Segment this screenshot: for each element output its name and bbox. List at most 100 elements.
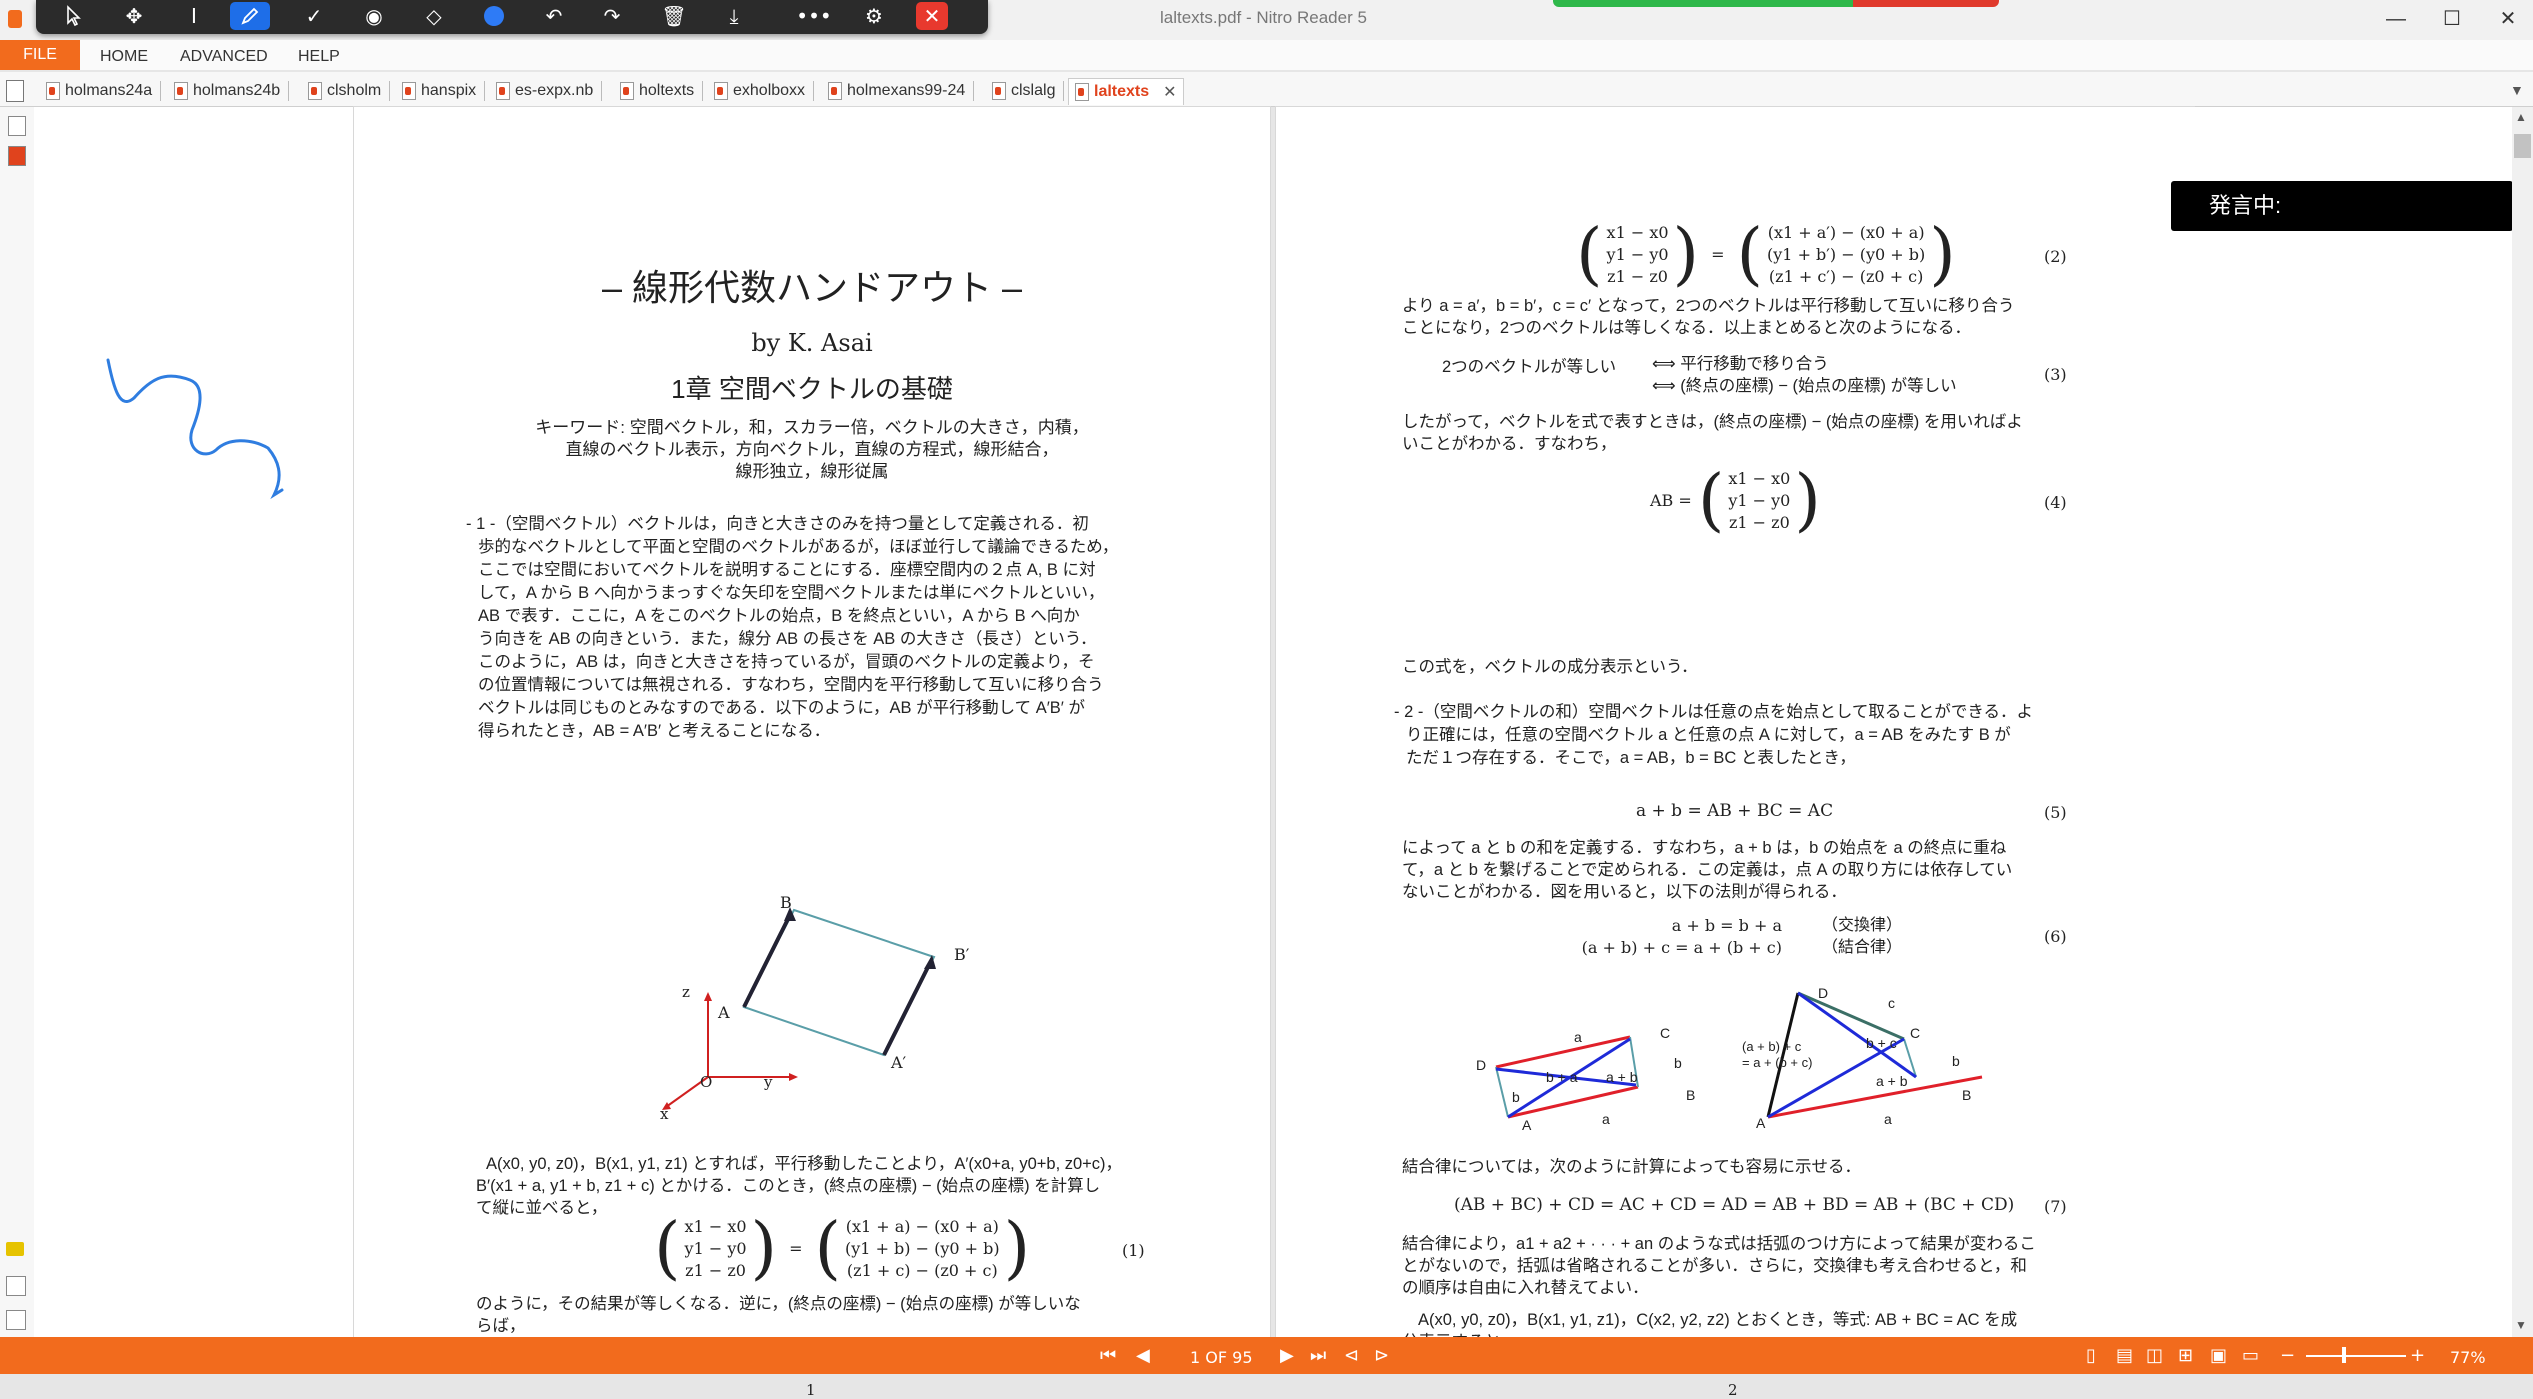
- trash-icon[interactable]: 🗑: [656, 2, 692, 30]
- equation-1: ( x1 − x0 y1 − y0 z1 − z0 ) = ( (x1 + a)…: [654, 1209, 1031, 1288]
- tab-label: clslalg: [1011, 82, 1056, 99]
- facing-continuous-view-icon[interactable]: ⊞: [2178, 1345, 2193, 1366]
- matrix-entry: y1 − y0: [1728, 491, 1791, 510]
- pages-panel-icon[interactable]: [8, 116, 26, 136]
- user-settings-icon[interactable]: ⚙: [856, 2, 892, 30]
- facing-view-icon[interactable]: ◫: [2146, 1345, 2163, 1366]
- target-icon[interactable]: ◉: [356, 2, 392, 30]
- tab-label: clsholm: [327, 82, 382, 99]
- scroll-down-icon[interactable]: ▼: [2515, 1318, 2527, 1332]
- bookmarks-panel-icon[interactable]: [8, 146, 26, 166]
- file-menu[interactable]: FILE: [0, 40, 80, 70]
- maximize-button[interactable]: ☐: [2432, 6, 2472, 32]
- minimize-button[interactable]: —: [2376, 6, 2416, 32]
- text-cursor-icon[interactable]: I: [176, 2, 212, 30]
- tab-clsholm[interactable]: clsholm: [308, 78, 391, 104]
- color-dot-icon[interactable]: [476, 2, 512, 30]
- text-line: B′(x1 + a, y1 + b, z1 + c) とかける．このとき，(終点…: [476, 1177, 1101, 1195]
- download-icon[interactable]: ⤓: [716, 2, 752, 30]
- scrollbar-thumb[interactable]: [2514, 134, 2531, 158]
- attachments-panel-icon[interactable]: [6, 1276, 26, 1296]
- text-line: の位置情報については無視される．すなわち，空間内を平行移動して互いに移り合う: [478, 676, 1104, 694]
- menu-home[interactable]: HOME: [100, 48, 148, 66]
- tab-clslalg[interactable]: clslalg: [992, 78, 1065, 104]
- page-indicator[interactable]: 1 OF 95: [1190, 1348, 1253, 1367]
- close-button[interactable]: ✕: [2488, 6, 2528, 32]
- checkmark-icon[interactable]: ✓: [296, 2, 332, 30]
- continuous-view-icon[interactable]: ▤: [2116, 1345, 2133, 1366]
- text-line: り正確には，任意の空間ベクトル a と任意の点 A に対して，a = AB をみ…: [1406, 726, 2011, 744]
- comments-panel-icon[interactable]: [6, 1242, 24, 1256]
- speaking-indicator: 発言中:: [2171, 181, 2513, 231]
- text-line: A(x0, y0, z0)，B(x1, y1, z1)，C(x2, y2, z2…: [1418, 1311, 2018, 1329]
- paren: ): [1672, 215, 1700, 294]
- zoom-out-button[interactable]: −: [2280, 1345, 2295, 1366]
- matrix-entry: z1 − z0: [685, 1261, 746, 1280]
- tab-hanspix[interactable]: hanspix: [402, 78, 486, 104]
- zoom-slider-handle[interactable]: [2342, 1347, 2346, 1363]
- paragraph-p7: 結合律により，a1 + a2 + · · · + an のような式は括弧のつけ方…: [1402, 1233, 2182, 1299]
- figL-B: B: [1686, 1087, 1696, 1103]
- tab-es-expx[interactable]: es-expx.nb: [496, 78, 603, 104]
- vector-AB: AB =: [1650, 491, 1692, 510]
- paren: (: [1697, 461, 1725, 540]
- last-page-icon[interactable]: ⏭: [1310, 1345, 1326, 1366]
- pen-tool-icon[interactable]: [230, 2, 270, 30]
- text-line: （結合律）: [1822, 939, 1903, 956]
- vertical-scrollbar[interactable]: [2512, 107, 2533, 1337]
- eraser-icon[interactable]: ◇: [416, 2, 452, 30]
- scroll-up-icon[interactable]: ▲: [2515, 110, 2527, 124]
- tab-label: holtexts: [639, 82, 695, 99]
- equation-6-tags: （交換律） （結合律）: [1822, 915, 1902, 959]
- fit-width-icon[interactable]: ▭: [2242, 1345, 2259, 1366]
- text-line: したがって，ベクトルを式で表すときは，(終点の座標) − (始点の座標) を用い…: [1402, 413, 2023, 431]
- select-pointer-icon[interactable]: [56, 2, 92, 30]
- tab-holmans24a[interactable]: holmans24a: [46, 78, 162, 104]
- previous-page-icon[interactable]: ◀: [1136, 1345, 1150, 1366]
- matrix-entry: x1 − x0: [1728, 469, 1791, 488]
- next-view-icon[interactable]: ⊳: [1374, 1345, 1389, 1366]
- toolbar-close-button[interactable]: ✕: [916, 2, 948, 30]
- figL-a-bottom: a: [1602, 1111, 1610, 1127]
- equation-6-lhs: a + b = b + a (a + b) + c = a + (b + c): [1572, 915, 1782, 959]
- tab-label: holmexans99-24: [847, 82, 966, 99]
- tab-exholboxx[interactable]: exholboxx: [714, 78, 815, 104]
- tab-holmexans99-24[interactable]: holmexans99-24: [828, 78, 975, 104]
- output-panel-icon[interactable]: [6, 1310, 26, 1330]
- matrix-entry: y1 − y0: [1606, 245, 1669, 264]
- close-tab-icon[interactable]: ✕: [1163, 82, 1176, 102]
- fit-page-icon[interactable]: ▣: [2210, 1345, 2227, 1366]
- pdf-file-icon: [714, 82, 728, 100]
- left-sidebar: [0, 107, 35, 1337]
- translation-figure: [662, 907, 936, 1110]
- next-page-icon[interactable]: ▶: [1280, 1345, 1294, 1366]
- zoom-in-button[interactable]: +: [2410, 1345, 2425, 1366]
- more-button[interactable]: •••: [796, 2, 832, 30]
- matrix-entry: x1 − x0: [1606, 223, 1669, 242]
- undo-icon[interactable]: ↶: [536, 2, 572, 30]
- redo-icon[interactable]: ↷: [594, 2, 630, 30]
- paragraph-p2: したがって，ベクトルを式で表すときは，(終点の座標) − (始点の座標) を用い…: [1402, 411, 2182, 455]
- matrix-entry: z1 − z0: [1607, 267, 1668, 286]
- document-list-icon[interactable]: [6, 80, 24, 102]
- single-page-view-icon[interactable]: ▯: [2086, 1345, 2096, 1366]
- text-line: A(x0, y0, z0)，B(x1, y1, z1) とすれば，平行移動したこ…: [486, 1155, 1123, 1173]
- tab-laltexts[interactable]: laltexts ✕: [1068, 78, 1184, 105]
- equation-number-3: (3): [2044, 365, 2067, 384]
- previous-view-icon[interactable]: ⊲: [1344, 1345, 1359, 1366]
- text-line: ベクトルは同じものとみなすのである．以下のように，AB が平行移動して A′B′…: [478, 699, 1085, 717]
- zoom-slider[interactable]: [2306, 1355, 2406, 1357]
- text-line: ⟺ (終点の座標) − (始点の座標) が等しい: [1652, 377, 1957, 395]
- move-icon[interactable]: ✥: [116, 2, 152, 30]
- figL-a-top: a: [1574, 1029, 1582, 1045]
- menu-advanced[interactable]: ADVANCED: [180, 48, 268, 66]
- menu-help[interactable]: HELP: [298, 48, 340, 66]
- tab-dropdown-icon[interactable]: ▼: [2510, 82, 2524, 98]
- zoom-level[interactable]: 77%: [2450, 1348, 2486, 1367]
- tab-holmans24b[interactable]: holmans24b: [174, 78, 290, 104]
- tab-holtexts[interactable]: holtexts: [620, 78, 704, 104]
- keywords-line: キーワード: 空間ベクトル，和，スカラー倍，ベクトルの大きさ，内積，: [535, 418, 1089, 437]
- first-page-icon[interactable]: ⏮: [1100, 1345, 1116, 1366]
- pen-squiggle-annotation[interactable]: [100, 350, 290, 500]
- figR-C: C: [1910, 1025, 1921, 1041]
